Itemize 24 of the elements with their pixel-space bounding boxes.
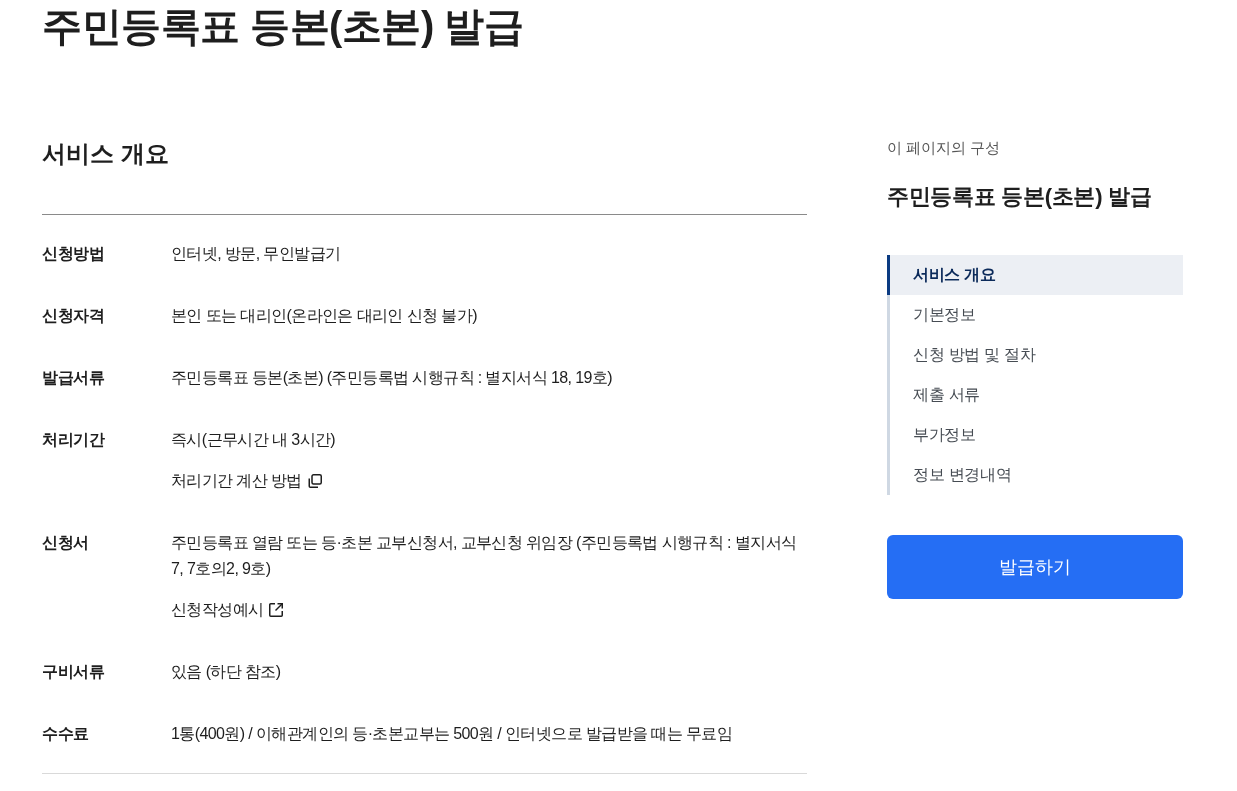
toc-item[interactable]: 서비스 개요: [887, 255, 1183, 295]
row-label: 신청서: [42, 534, 90, 551]
toc-title: 주민등록표 등본(초본) 발급: [887, 183, 1152, 211]
row-label: 신청방법: [42, 245, 105, 262]
row-label: 처리기간: [42, 431, 105, 448]
external-link[interactable]: 신청작성예시: [171, 597, 285, 623]
row-label: 신청자격: [42, 307, 105, 324]
copy-icon: [306, 473, 323, 489]
popup-link[interactable]: 처리기간 계산 방법: [171, 468, 323, 494]
page-title: 주민등록표 등본(초본) 발급: [42, 3, 524, 50]
external-link-icon: [268, 602, 285, 618]
toc-caption: 이 페이지의 구성: [887, 138, 1001, 158]
issue-button[interactable]: 발급하기: [887, 535, 1183, 599]
row-label: 수수료: [42, 725, 90, 742]
row-value: 1통(400원) / 이해관계인의 등·초본교부는 500원 / 인터넷으로 발급받을 때는 무료임: [171, 724, 734, 744]
row-value: 인터넷, 방문, 무인발급기: [171, 244, 342, 264]
row-label: 발급서류: [42, 369, 105, 386]
row-value: 있음 (하단 참조): [171, 662, 282, 682]
row-value: 본인 또는 대리인(온라인은 대리인 신청 불가): [171, 306, 478, 326]
row-value: 주민등록표 열람 또는 등·초본 교부신청서, 교부신청 위임장 (주민등록법 시행규칙 : 별지서식 7, 7호의2, 9호): [171, 533, 798, 579]
section-title: 서비스 개요: [42, 139, 169, 169]
row-value: 주민등록표 등본(초본) (주민등록법 시행규칙 : 별지서식 18, 19호): [171, 368, 613, 388]
row-value: 즉시(근무시간 내 3시간): [171, 430, 337, 450]
row-label: 구비서류: [42, 663, 105, 680]
